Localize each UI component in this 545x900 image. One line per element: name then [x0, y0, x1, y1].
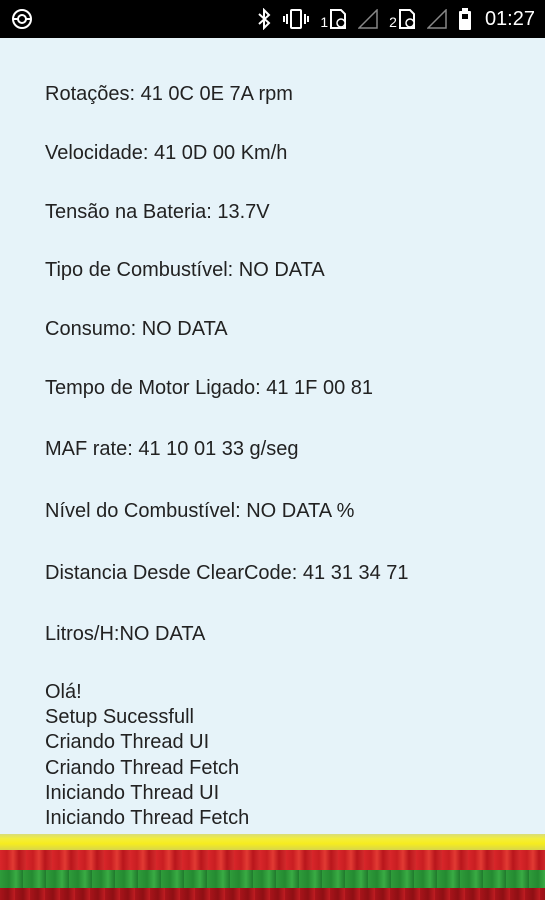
bluetooth-icon — [256, 8, 272, 30]
reading-fuel-type: Tipo de Combustível: NO DATA — [45, 259, 325, 281]
log-line: Criando Thread Fetch — [45, 756, 240, 779]
reading-speed: Velocidade: 41 0D 00 Km/h — [45, 142, 288, 164]
status-bar: 1 2 01:27 — [0, 0, 545, 38]
log-line: Criando Thread UI — [45, 731, 210, 754]
indicator-bar-dark-red — [0, 888, 545, 900]
sim1-icon: 1 — [320, 8, 347, 30]
log-line: Iniciando Thread Fetch — [45, 807, 250, 830]
log-line: Setup Sucessfull — [45, 706, 194, 729]
vibrate-icon — [283, 8, 310, 30]
reading-rpm: Rotações: 41 0C 0E 7A rpm — [45, 83, 293, 105]
indicator-bar-green — [0, 870, 545, 888]
sim2-label: 2 — [389, 14, 397, 30]
reading-fuel-level: Nível do Combustível: NO DATA % — [45, 500, 355, 522]
indicator-bar-yellow — [0, 834, 545, 850]
reading-battery-voltage: Tensão na Bateria: 13.7V — [45, 201, 270, 223]
signal-icon — [426, 9, 447, 29]
reading-consumption: Consumo: NO DATA — [45, 318, 228, 340]
sim1-label: 1 — [320, 14, 329, 30]
indicator-bar-red — [0, 850, 545, 870]
reading-liters-per-hour: Litros/H:NO DATA — [45, 623, 206, 645]
reading-distance-clearcode: Distancia Desde ClearCode: 41 31 34 71 — [45, 562, 409, 584]
signal-icon — [358, 9, 378, 29]
reading-engine-runtime: Tempo de Motor Ligado: 41 1F 00 81 — [45, 377, 373, 399]
battery-icon — [458, 7, 472, 31]
log-line: Iniciando Thread UI — [45, 781, 220, 804]
log-output: Olá! Setup Sucessfull Criando Thread UI … — [45, 680, 249, 831]
log-line: Olá! — [45, 681, 82, 703]
sim2-icon: 2 — [389, 8, 416, 30]
clock: 01:27 — [484, 7, 535, 30]
reading-maf-rate: MAF rate: 41 10 01 33 g/seg — [45, 438, 299, 460]
app-notification-icon — [10, 7, 34, 31]
